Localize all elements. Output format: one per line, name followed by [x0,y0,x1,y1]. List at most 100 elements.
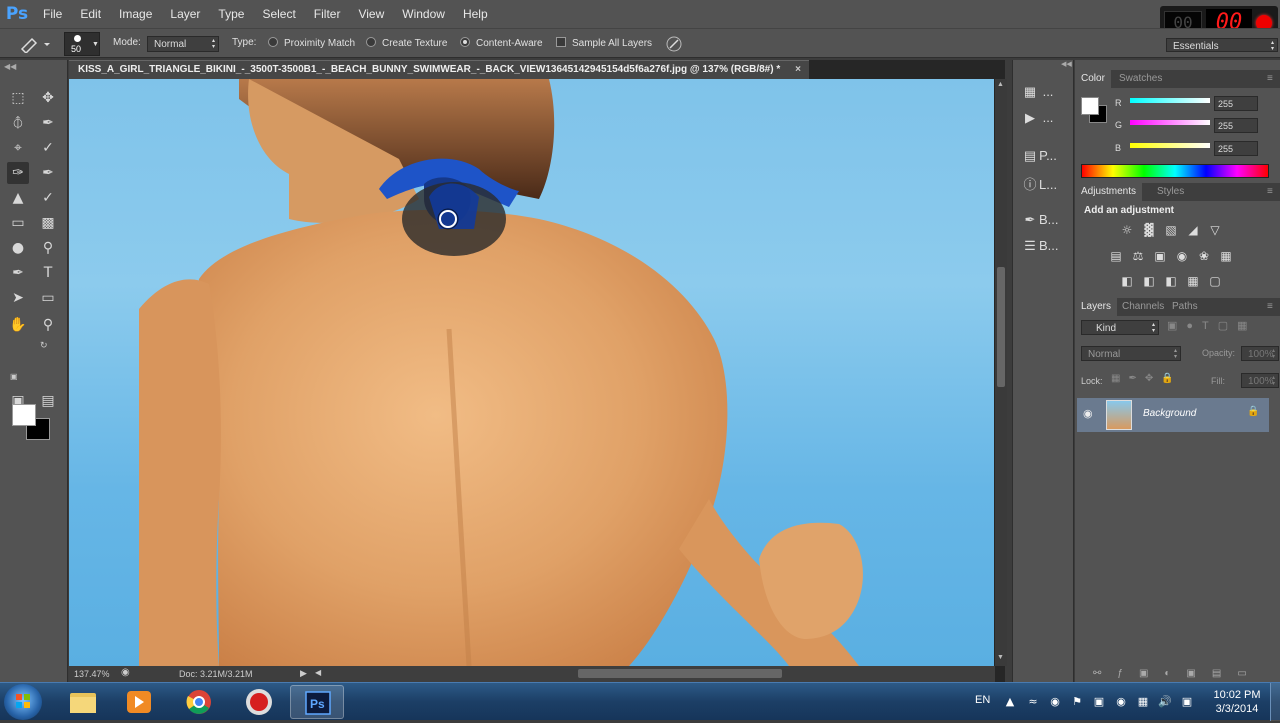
workspace-switcher[interactable]: Essentials [1166,38,1278,52]
lock-icons[interactable]: ▦✒✥🔒 [1111,373,1191,387]
fill-input[interactable]: 100% [1241,373,1279,388]
layer-name[interactable]: Background [1143,408,1196,419]
brush-picker[interactable]: 50 ▼ [64,32,100,56]
tray-app-icon-2[interactable]: ◉ [1114,695,1128,709]
tab-color[interactable]: Color [1075,70,1111,88]
dodge-tool-icon[interactable]: ⚲ [37,237,59,259]
eye-icon[interactable]: ◉ [1083,407,1093,420]
volume-icon[interactable]: 🔊 [1158,695,1172,709]
rectangle-tool-icon[interactable]: ▭ [37,287,59,309]
channel-g-slider[interactable] [1130,120,1210,125]
channel-r-slider[interactable] [1130,98,1210,103]
eyedropper-tool-icon[interactable]: ✓ [37,137,59,159]
taskbar-media-player[interactable] [112,685,166,719]
menu-file[interactable]: File [34,7,71,21]
panel-menu-icon[interactable]: ≡ [1261,298,1279,316]
status-info-icon[interactable]: ◉ [121,667,130,678]
levels-icon[interactable]: ▓ [1141,222,1157,238]
crop-tool-icon[interactable]: ⌖ [7,137,29,159]
status-menu-arrow-icon[interactable]: ▶ [300,668,307,679]
tab-channels[interactable]: Channels [1116,298,1170,316]
color-spectrum-bar[interactable] [1081,164,1269,178]
selective-color-icon[interactable]: ▢ [1207,273,1223,289]
tab-adjustments[interactable]: Adjustments [1075,183,1143,201]
panel-menu-icon[interactable]: ≡ [1261,70,1279,88]
mini-panel-brush-presets[interactable]: ☰ B... [1021,238,1071,258]
menu-view[interactable]: View [349,7,393,21]
scroll-down-icon[interactable]: ▼ [997,654,1004,661]
tab-layers[interactable]: Layers [1075,298,1118,316]
layer-row-background[interactable]: ◉ Background 🔒 [1077,398,1269,432]
radio-create-texture[interactable]: Create Texture [366,37,447,49]
opacity-input[interactable]: 100% [1241,346,1279,361]
screen-mode-icon[interactable]: ▤ [37,390,59,412]
radio-proximity-match[interactable]: Proximity Match [268,37,355,49]
mini-panel-info[interactable]: ⓘ L... [1021,174,1071,194]
collapse-icon[interactable]: ◀◀ [4,62,16,71]
document-tab[interactable]: KISS_A_GIRL_TRIANGLE_BIKINI_-_3500T-3500… [69,60,809,79]
brightness-contrast-icon[interactable]: ☼ [1119,222,1135,238]
spot-healing-brush-tool-icon[interactable]: ✑ [7,162,29,184]
menu-filter[interactable]: Filter [305,7,350,21]
vertical-scrollbar[interactable]: ▲ ▼ [995,79,1007,666]
scroll-left-icon[interactable]: ◀ [315,668,321,677]
layer-blend-mode-dropdown[interactable]: Normal [1081,346,1181,361]
swap-colors-icon[interactable]: ↻ [40,340,48,351]
tool-preset-picker[interactable] [18,35,52,55]
mini-panel-paragraph[interactable]: ▤ P... [1021,148,1071,168]
blur-tool-icon[interactable]: ● [7,237,29,259]
type-tool-icon[interactable]: T [37,262,59,284]
lasso-tool-icon[interactable]: ⦽ [7,112,29,134]
layer-filter-icons[interactable]: ▣●T▢▦ [1167,319,1267,335]
pen-tool-icon[interactable]: ✒ [7,262,29,284]
menu-select[interactable]: Select [253,7,304,21]
move-tool-icon[interactable]: ✥ [37,87,59,109]
menu-type[interactable]: Type [209,7,253,21]
color-balance-icon[interactable]: ⚖ [1130,248,1146,264]
mini-panel-history[interactable]: ▦... [1021,84,1071,104]
chrome-tray-icon[interactable]: ◉ [1048,695,1062,709]
channel-g-value[interactable]: 255 [1214,118,1258,133]
hand-tool-icon[interactable]: ✋ [7,314,29,336]
show-desktop-button[interactable] [1270,683,1280,721]
foreground-color-swatch[interactable] [12,404,36,426]
hue-saturation-icon[interactable]: ▤ [1108,248,1124,264]
gradient-map-icon[interactable]: ▦ [1185,273,1201,289]
tray-app-icon-3[interactable]: ▦ [1136,695,1150,709]
taskbar-photoshop[interactable]: Ps [290,685,344,719]
sample-all-layers-checkbox[interactable]: Sample All Layers [556,37,652,49]
panel-menu-icon[interactable]: ≡ [1261,183,1279,201]
layers-panel-footer-icons[interactable]: ⚯ƒ▣◐▣▤▭ [1093,668,1273,682]
mini-panel-actions[interactable]: ▶... [1021,110,1071,130]
close-tab-icon[interactable]: × [795,61,801,79]
menu-edit[interactable]: Edit [71,7,110,21]
horizontal-scroll-thumb[interactable] [578,669,782,678]
menu-window[interactable]: Window [393,7,454,21]
tab-styles[interactable]: Styles [1151,183,1190,201]
pressure-size-icon[interactable] [665,35,683,53]
zoom-tool-icon[interactable]: ⚲ [37,314,59,336]
exposure-icon[interactable]: ◢ [1185,222,1201,238]
taskbar-chrome[interactable] [172,685,226,719]
gradient-tool-icon[interactable]: ▩ [37,212,59,234]
tray-app-icon[interactable]: ▣ [1092,695,1106,709]
radio-content-aware[interactable]: Content-Aware [460,37,543,49]
network-icon[interactable]: ≈ [1026,695,1040,709]
eraser-tool-icon[interactable]: ▭ [7,212,29,234]
channel-b-slider[interactable] [1130,143,1210,148]
clock[interactable]: 10:02 PM 3/3/2014 [1208,688,1266,716]
tray-app-icon-4[interactable]: ▣ [1180,695,1194,709]
layer-filter-kind-dropdown[interactable]: Kind [1081,320,1159,335]
start-button-icon[interactable] [4,684,42,720]
path-selection-tool-icon[interactable]: ➤ [7,287,29,309]
channel-b-value[interactable]: 255 [1214,141,1258,156]
zoom-level[interactable]: 137.47% [74,669,110,679]
scroll-up-icon[interactable]: ▲ [997,81,1004,88]
history-brush-tool-icon[interactable]: ✓ [37,187,59,209]
photo-filter-icon[interactable]: ◉ [1174,248,1190,264]
tab-swatches[interactable]: Swatches [1113,70,1168,88]
taskbar-recorder[interactable] [232,685,286,719]
menu-image[interactable]: Image [110,7,161,21]
channel-r-value[interactable]: 255 [1214,96,1258,111]
vertical-scroll-thumb[interactable] [997,267,1005,387]
